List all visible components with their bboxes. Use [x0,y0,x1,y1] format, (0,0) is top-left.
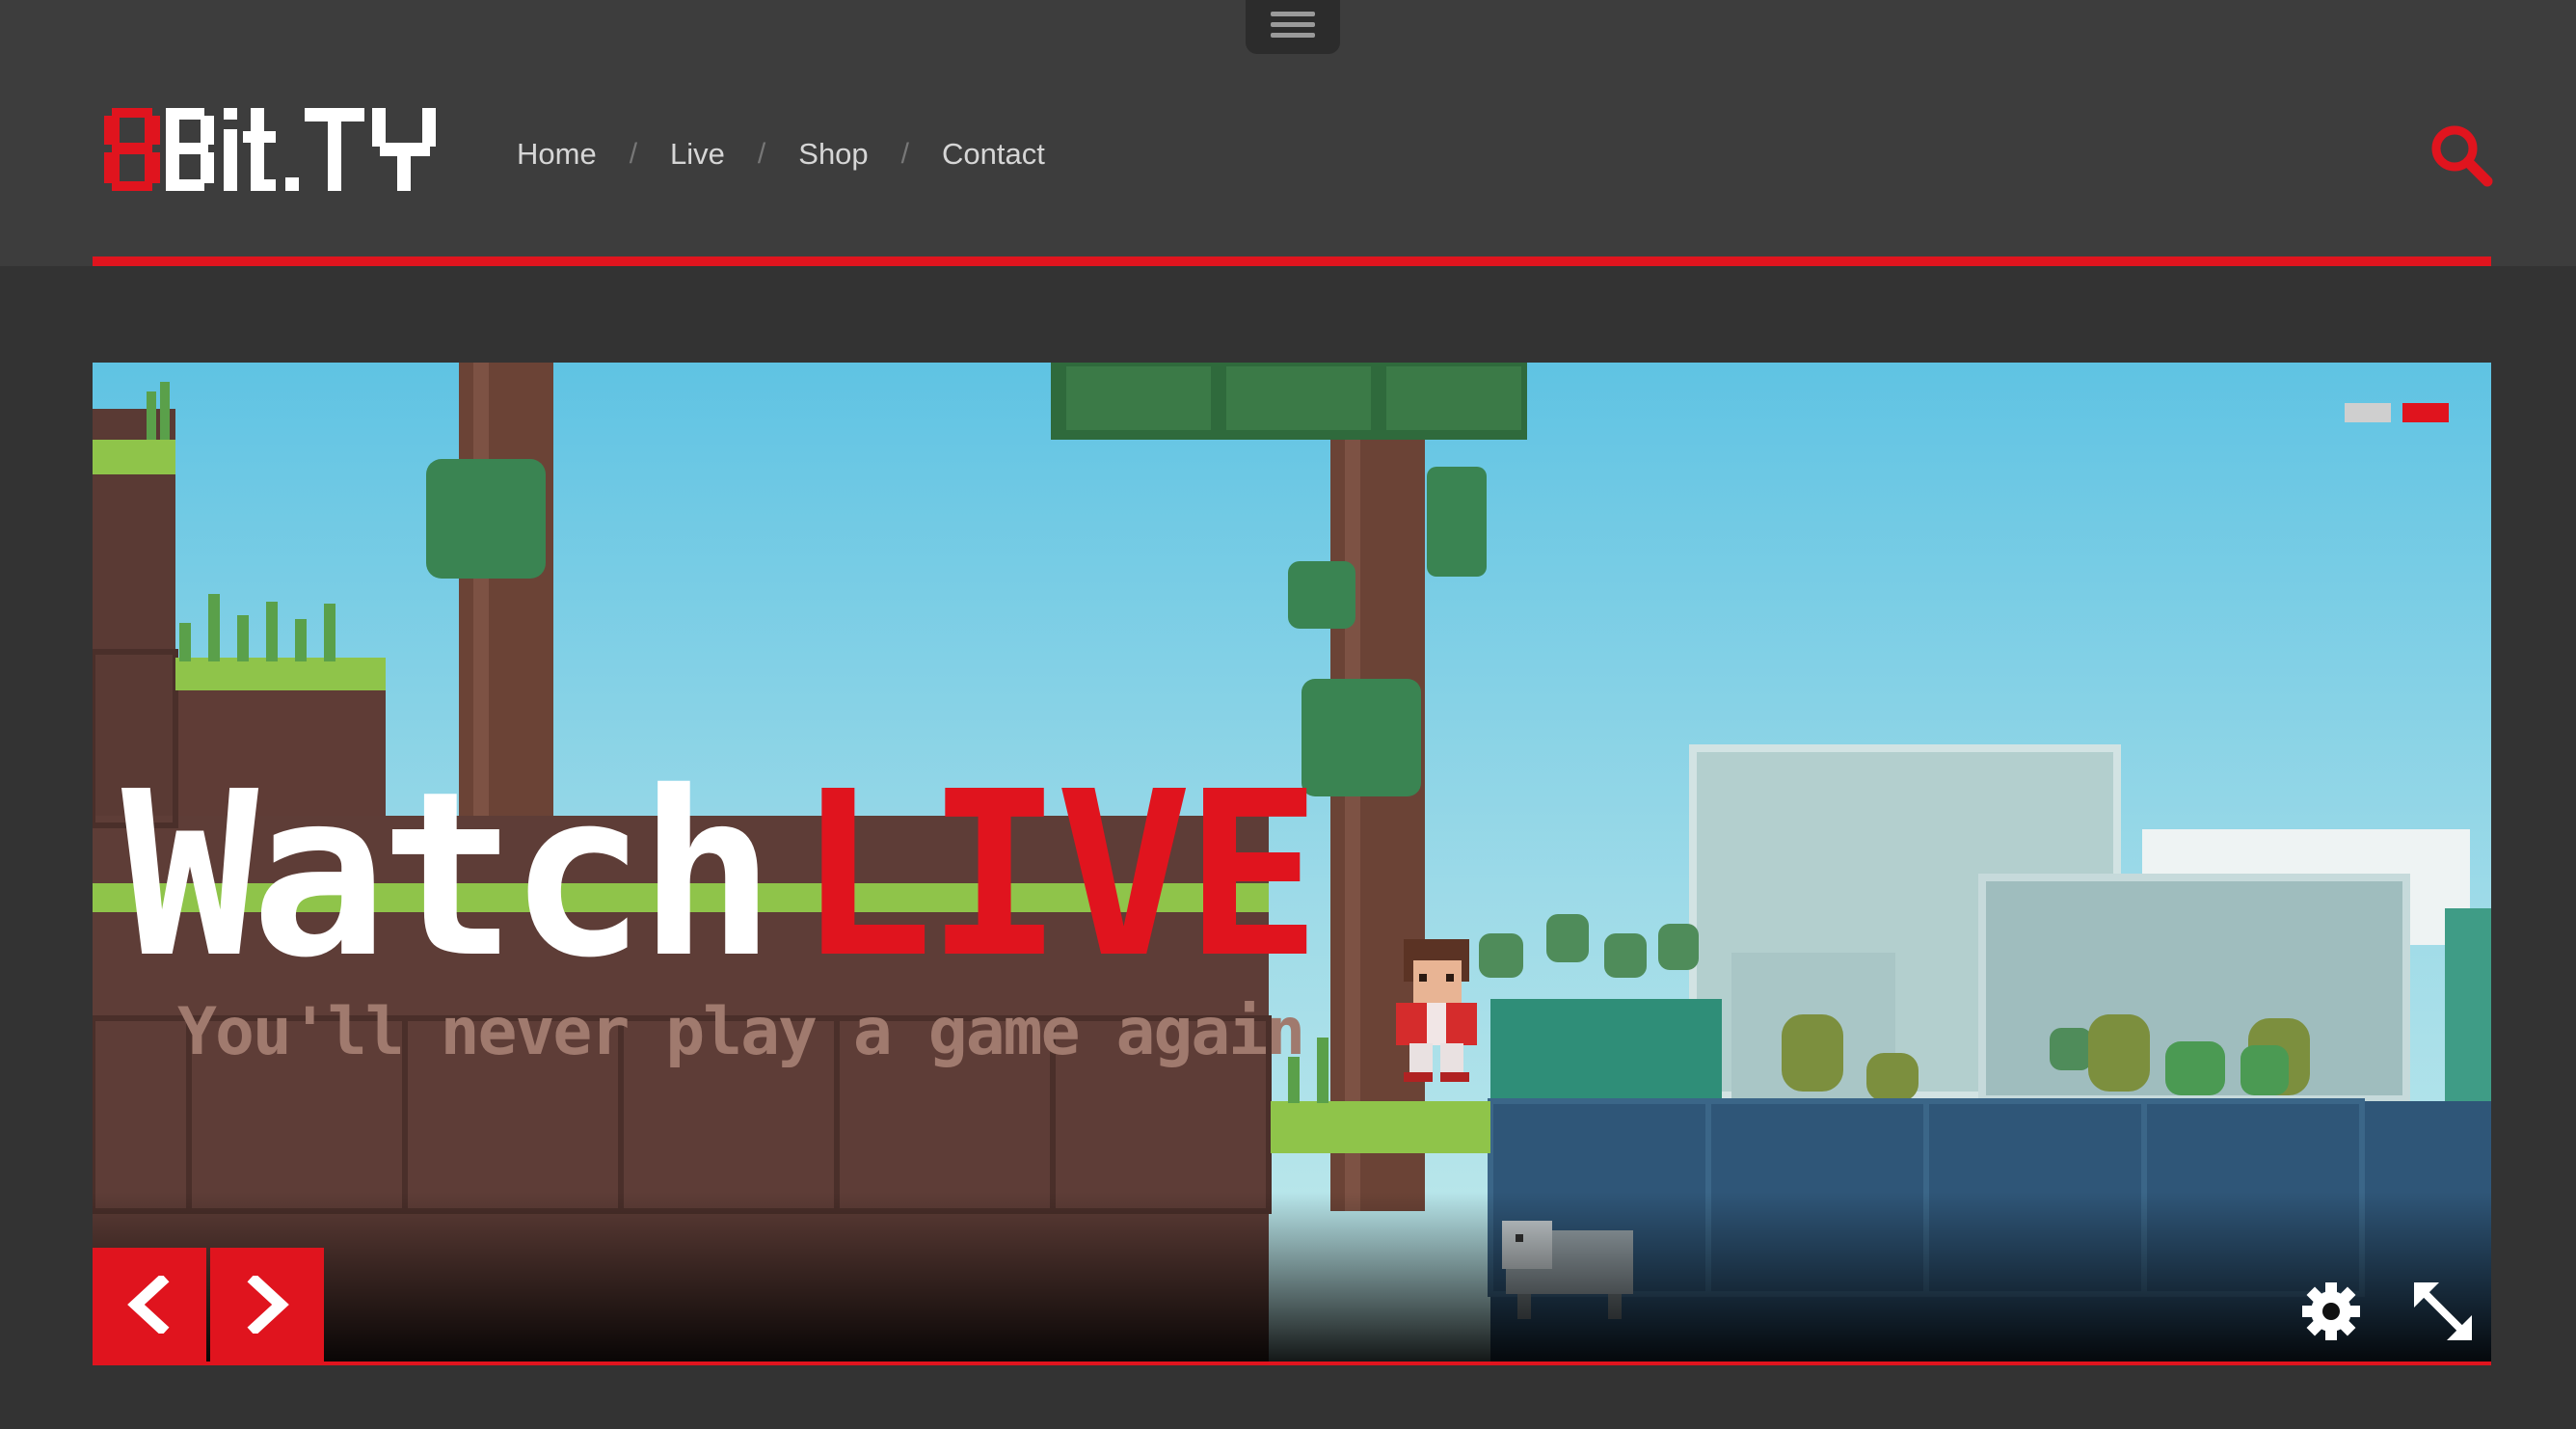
prev-slide-button[interactable] [93,1248,206,1362]
hamburger-icon [1271,12,1315,16]
hero-headline: Watch LIVE [121,762,1322,989]
search-button[interactable] [2429,123,2493,187]
nav-contact[interactable]: Contact [942,137,1045,172]
hero-tagline: You'll never play a game again [177,994,1305,1070]
slide-indicators [2345,403,2449,422]
slider-accent-rule [93,1362,2491,1365]
hamburger-icon [1271,22,1315,27]
header-accent-rule [93,256,2491,266]
nav-shop[interactable]: Shop [798,137,868,172]
chevron-left-icon [127,1276,170,1334]
hero-slider: Watch LIVE You'll never play a game again [93,363,2491,1365]
gear-icon [2302,1282,2360,1340]
nav-separator: / [629,138,638,170]
site-header: Home / Live / Shop / Contact [0,0,2576,266]
site-logo[interactable] [104,108,447,196]
headline-live: LIVE [796,742,1321,1008]
fullscreen-button[interactable] [2412,1281,2474,1342]
search-icon [2431,125,2493,187]
slide-dot-1[interactable] [2345,403,2391,422]
menu-toggle-button[interactable] [1246,0,1340,54]
slide-dot-2[interactable] [2402,403,2449,422]
main-nav: Home / Live / Shop / Contact [517,137,1045,172]
nav-home[interactable]: Home [517,137,597,172]
nav-live[interactable]: Live [670,137,725,172]
expand-icon [2414,1282,2472,1340]
logo-mark [104,108,436,191]
next-slide-button[interactable] [210,1248,324,1362]
nav-separator: / [900,138,910,170]
hamburger-icon [1271,33,1315,38]
headline-watch: Watch [121,742,775,1008]
chevron-right-icon [247,1276,289,1334]
controls-gradient [93,1192,2491,1365]
nav-separator: / [757,138,766,170]
settings-button[interactable] [2300,1281,2362,1342]
